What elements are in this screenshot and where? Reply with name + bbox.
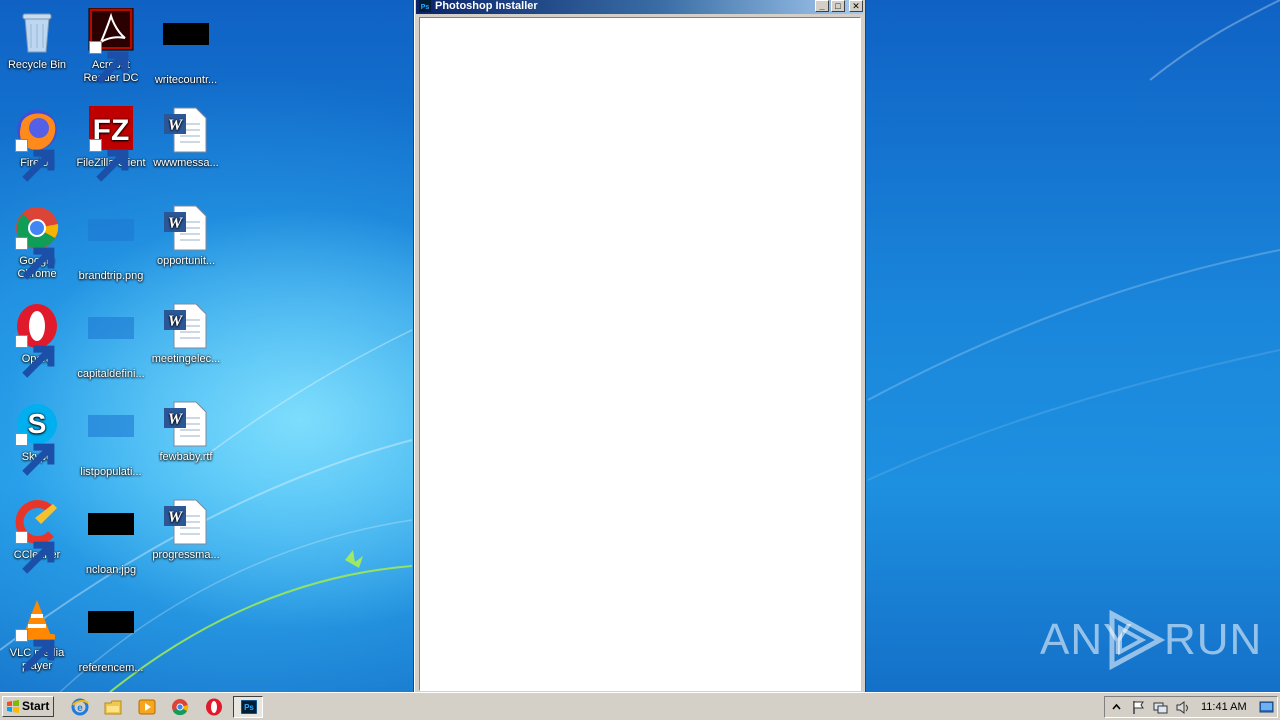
maximize-button[interactable]: □ xyxy=(831,0,845,12)
show-desktop-icon[interactable] xyxy=(1259,700,1275,715)
shortcut-arrow-icon xyxy=(15,139,55,182)
play-triangle-icon xyxy=(1109,610,1166,670)
image-file-icon xyxy=(87,219,135,267)
svg-text:Ps: Ps xyxy=(421,4,430,11)
firefox-icon xyxy=(13,106,61,182)
shortcut-arrow-icon xyxy=(15,629,55,672)
desktop-icon-ccleaner[interactable]: CCleaner xyxy=(0,498,74,574)
taskbar-clock[interactable]: 11:41 AM xyxy=(1201,701,1247,713)
desktop-icon-vlc[interactable]: VLC media player xyxy=(0,596,74,673)
acrobat-icon xyxy=(87,8,135,84)
desktop-icon-referencem[interactable]: referencem... xyxy=(74,596,148,675)
image-file-icon xyxy=(162,23,210,71)
svg-text:W: W xyxy=(168,117,184,134)
action-center-flag-icon[interactable] xyxy=(1131,700,1146,715)
photoshop-icon: Ps xyxy=(419,0,431,12)
taskbar-item-photoshop-installer[interactable]: Ps xyxy=(233,696,263,718)
desktop-icon-acrobat-reader[interactable]: Acrobat Reader DC xyxy=(74,8,148,85)
anyrun-watermark: ANY RUN xyxy=(1040,608,1261,672)
shortcut-arrow-icon xyxy=(15,531,55,574)
desktop-icon-firefox[interactable]: Firefox xyxy=(0,106,74,182)
desktop-icon-brandtrip[interactable]: brandtrip.png xyxy=(74,204,148,283)
image-file-icon xyxy=(87,415,135,463)
shortcut-arrow-icon xyxy=(15,335,55,378)
word-document-icon: W xyxy=(162,498,210,546)
window-titlebar[interactable]: Ps Photoshop Installer _ □ ✕ xyxy=(416,0,863,14)
svg-text:W: W xyxy=(168,411,184,428)
shortcut-arrow-icon xyxy=(15,433,55,476)
network-icon[interactable] xyxy=(1153,700,1168,715)
shortcut-arrow-icon xyxy=(89,139,129,182)
volume-speaker-icon[interactable] xyxy=(1175,700,1190,715)
image-file-icon xyxy=(87,513,135,561)
desktop-icon-listpopulati[interactable]: listpopulati... xyxy=(74,400,148,479)
desktop-icon-recycle-bin[interactable]: Recycle Bin xyxy=(0,8,74,72)
vlc-cone-icon xyxy=(13,596,61,672)
desktop-icon-skype[interactable]: S Skype xyxy=(0,400,74,476)
word-document-icon: W xyxy=(162,302,210,350)
svg-text:W: W xyxy=(168,215,184,232)
word-document-icon: W xyxy=(162,106,210,154)
desktop-icon-google-chrome[interactable]: Google Chrome xyxy=(0,204,74,281)
show-hidden-icons-chevron-icon[interactable] xyxy=(1109,700,1124,715)
close-button[interactable]: ✕ xyxy=(849,0,863,12)
quicklaunch-chrome-icon[interactable] xyxy=(171,698,189,716)
desktop-icon-meetingelec[interactable]: W meetingelec... xyxy=(149,302,223,366)
image-file-icon xyxy=(87,317,135,365)
desktop-icon-opportunit[interactable]: W opportunit... xyxy=(149,204,223,268)
desktop-icon-wwwmessa[interactable]: W wwwmessa... xyxy=(149,106,223,170)
desktop-icon-progressma[interactable]: W progressma... xyxy=(149,498,223,562)
taskbar: Start e Ps 11:41 AM xyxy=(0,692,1280,720)
shortcut-arrow-icon xyxy=(15,237,55,280)
desktop-icon-filezilla[interactable]: FZ FileZilla Client xyxy=(74,106,148,182)
quicklaunch-media-player-icon[interactable] xyxy=(138,698,156,716)
watermark-text-run: RUN xyxy=(1164,615,1263,664)
skype-icon: S xyxy=(13,400,61,476)
desktop-icon-writecountr[interactable]: writecountr... xyxy=(149,8,223,87)
svg-text:Ps: Ps xyxy=(244,703,254,712)
quicklaunch-explorer-icon[interactable] xyxy=(104,698,122,716)
filezilla-icon: FZ xyxy=(87,106,135,182)
svg-text:e: e xyxy=(77,703,83,714)
desktop-icon-fewbaby[interactable]: W fewbaby.rtf xyxy=(149,400,223,464)
word-document-icon: W xyxy=(162,204,210,252)
desktop-icon-ncloan[interactable]: ncloan.jpg xyxy=(74,498,148,577)
opera-icon xyxy=(13,302,61,378)
chrome-icon xyxy=(13,204,61,280)
windows-logo-icon xyxy=(7,700,19,713)
start-label: Start xyxy=(22,699,50,713)
start-button[interactable]: Start xyxy=(2,696,54,717)
system-tray: 11:41 AM xyxy=(1104,696,1278,718)
desktop-icon-capitaldefini[interactable]: capitaldefini... xyxy=(74,302,148,381)
svg-text:W: W xyxy=(168,509,184,526)
window-client-area xyxy=(419,17,861,691)
quicklaunch-opera-icon[interactable] xyxy=(205,698,223,716)
minimize-button[interactable]: _ xyxy=(815,0,829,12)
svg-text:W: W xyxy=(168,313,184,330)
window-title: Photoshop Installer xyxy=(435,0,538,12)
word-document-icon: W xyxy=(162,400,210,448)
photoshop-installer-window[interactable]: Ps Photoshop Installer _ □ ✕ xyxy=(413,0,866,696)
image-file-icon xyxy=(87,611,135,659)
shortcut-arrow-icon xyxy=(89,41,129,84)
desktop-icon-opera[interactable]: Opera xyxy=(0,302,74,378)
ccleaner-icon xyxy=(13,498,61,574)
recycle-bin-icon xyxy=(13,8,61,56)
photoshop-icon: Ps xyxy=(241,700,257,714)
quicklaunch-ie-icon[interactable]: e xyxy=(71,698,89,716)
